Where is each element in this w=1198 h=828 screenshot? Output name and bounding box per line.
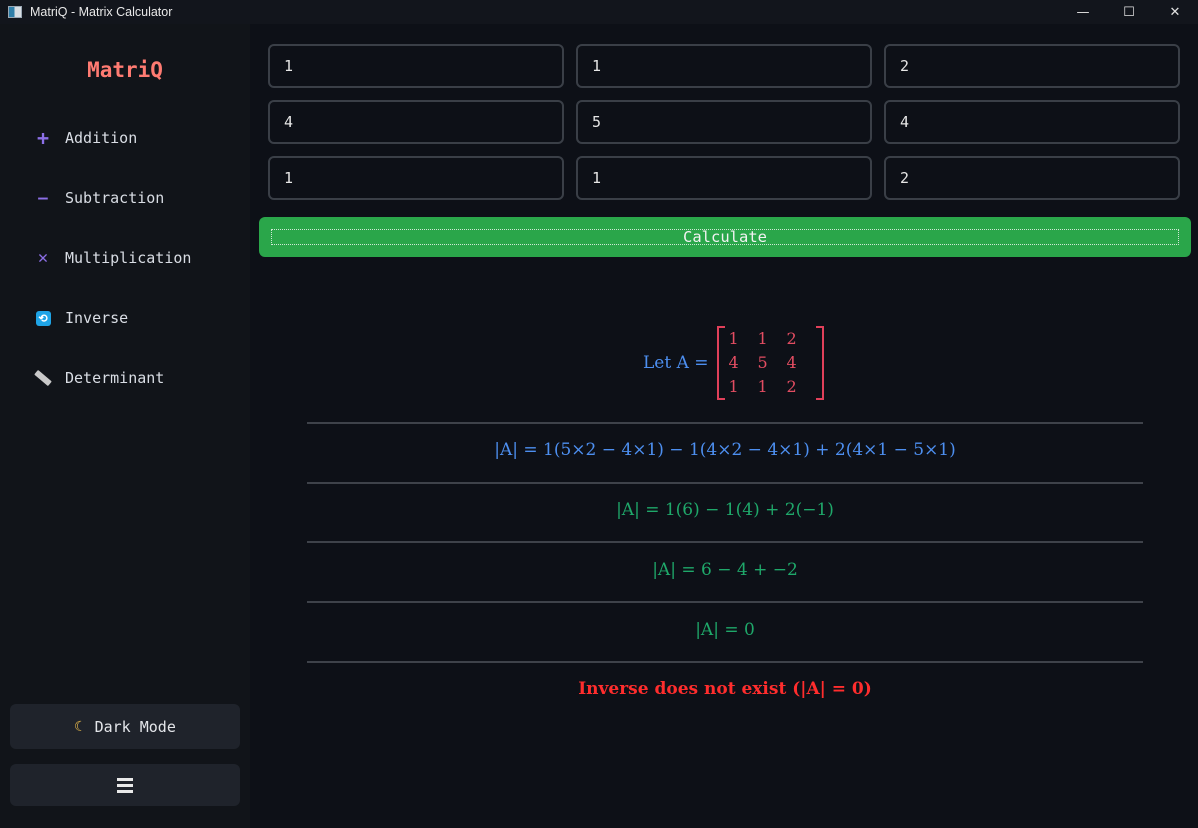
result-matrix: 1 1 2 4 5 4 1 1 2 bbox=[716, 326, 824, 400]
minus-icon: — bbox=[38, 188, 48, 207]
sidebar-item-label: Subtraction bbox=[65, 189, 165, 207]
sidebar-item-addition[interactable]: + Addition bbox=[33, 125, 137, 151]
sidebar-item-subtraction[interactable]: — Subtraction bbox=[33, 185, 164, 211]
sidebar-item-label: Inverse bbox=[65, 309, 129, 327]
maximize-button[interactable]: ☐ bbox=[1106, 0, 1152, 24]
matrix-cell-r3c3[interactable] bbox=[884, 156, 1180, 200]
sidebar-item-label: Multiplication bbox=[65, 249, 192, 267]
determinant-result: |A| = 0 bbox=[695, 620, 755, 640]
result-matrix-cell: 1 bbox=[757, 376, 768, 396]
window-controls: — ☐ ✕ bbox=[1060, 0, 1198, 24]
result-matrix-cell: 5 bbox=[757, 352, 768, 372]
result-matrix-cell: 4 bbox=[728, 352, 739, 372]
matrix-cell-r1c3[interactable] bbox=[884, 44, 1180, 88]
brand-logo: MatriQ bbox=[87, 58, 163, 82]
sidebar-item-label: Addition bbox=[65, 129, 138, 147]
dark-mode-button[interactable]: ☾ Dark Mode bbox=[10, 704, 240, 749]
matrix-cell-r3c2[interactable] bbox=[576, 156, 872, 200]
determinant-step-sum: |A| = 6 − 4 + −2 bbox=[652, 560, 798, 580]
sidebar-item-multiplication[interactable]: ✕ Multiplication bbox=[33, 245, 192, 271]
inverse-icon: ⟲ bbox=[35, 310, 51, 326]
result-divider bbox=[307, 482, 1143, 484]
matrix-cell-r2c3[interactable] bbox=[884, 100, 1180, 144]
result-divider bbox=[307, 422, 1143, 424]
result-divider bbox=[307, 661, 1143, 663]
inverse-error-message: Inverse does not exist (|A| = 0) bbox=[578, 679, 872, 699]
menu-button[interactable] bbox=[10, 764, 240, 806]
result-matrix-cell: 4 bbox=[786, 352, 797, 372]
matrix-cell-r3c1[interactable] bbox=[268, 156, 564, 200]
title-bar: MatriQ - Matrix Calculator — ☐ ✕ bbox=[0, 0, 1198, 24]
calculate-button[interactable]: Calculate bbox=[259, 217, 1191, 257]
determinant-step-products: |A| = 1(6) − 1(4) + 2(−1) bbox=[616, 500, 834, 520]
sidebar-item-inverse[interactable]: ⟲ Inverse bbox=[33, 305, 128, 331]
result-matrix-cell: 1 bbox=[728, 376, 739, 396]
ruler-icon bbox=[34, 369, 52, 387]
multiply-icon: ✕ bbox=[37, 248, 49, 268]
let-label: Let A = bbox=[643, 353, 709, 373]
result-divider bbox=[307, 541, 1143, 543]
result-matrix-cell: 1 bbox=[757, 328, 768, 348]
sidebar-item-label: Determinant bbox=[65, 369, 165, 387]
hamburger-icon bbox=[117, 777, 133, 793]
result-matrix-cell: 2 bbox=[786, 328, 797, 348]
sidebar: MatriQ + Addition — Subtraction ✕ Multip… bbox=[0, 24, 250, 828]
matrix-cell-r2c2[interactable] bbox=[576, 100, 872, 144]
result-matrix-cell: 2 bbox=[786, 376, 797, 396]
moon-icon: ☾ bbox=[74, 718, 83, 735]
plus-icon: + bbox=[36, 126, 50, 150]
ruler-icon-wrapper bbox=[33, 368, 53, 388]
result-matrix-cell: 1 bbox=[728, 328, 739, 348]
result-matrix-definition: Let A = 1 1 2 4 5 4 1 1 2 bbox=[643, 326, 824, 400]
sidebar-item-determinant[interactable]: Determinant bbox=[33, 365, 164, 391]
matrix-cell-r1c1[interactable] bbox=[268, 44, 564, 88]
matrix-cell-r2c1[interactable] bbox=[268, 100, 564, 144]
determinant-step-expansion: |A| = 1(5×2 − 4×1) − 1(4×2 − 4×1) + 2(4×… bbox=[494, 440, 956, 460]
inverse-icon-wrapper: ⟲ bbox=[33, 308, 53, 328]
close-button[interactable]: ✕ bbox=[1152, 0, 1198, 24]
minimize-button[interactable]: — bbox=[1060, 0, 1106, 24]
matrix-cell-r1c2[interactable] bbox=[576, 44, 872, 88]
app-icon bbox=[8, 6, 22, 18]
window-title: MatriQ - Matrix Calculator bbox=[30, 5, 173, 19]
result-divider bbox=[307, 601, 1143, 603]
dark-mode-label: Dark Mode bbox=[94, 717, 176, 736]
calculate-label: Calculate bbox=[271, 228, 1179, 246]
